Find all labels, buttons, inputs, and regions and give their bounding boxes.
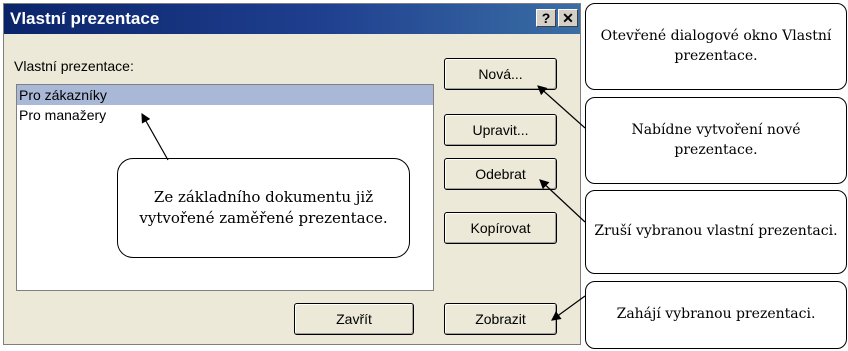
show-button[interactable]: Zobrazit	[444, 303, 557, 335]
callout-remove: Zruší vybranou vlastní prezentaci.	[585, 190, 847, 274]
callout-new: Nabídne vytvoření nové prezentace.	[585, 97, 847, 184]
close-button[interactable]: Zavřít	[294, 303, 414, 335]
callout-dialog-open: Otevřené dialogové okno Vlastní prezenta…	[585, 3, 847, 90]
help-button[interactable]: ?	[536, 9, 556, 27]
callout-show: Zahájí vybranou prezentaci.	[585, 281, 847, 349]
list-item[interactable]: Pro manažery	[17, 105, 433, 125]
dialog-title: Vlastní prezentace	[10, 9, 160, 28]
new-button[interactable]: Nová...	[444, 58, 557, 90]
list-item[interactable]: Pro zákazníky	[17, 85, 433, 105]
custom-shows-label: Vlastní prezentace:	[14, 58, 134, 74]
callout-list: Ze základního dokumentu již vytvořené za…	[117, 158, 410, 258]
remove-button[interactable]: Odebrat	[444, 158, 557, 190]
copy-button[interactable]: Kopírovat	[444, 212, 557, 244]
title-bar[interactable]: Vlastní prezentace ? ✕	[4, 4, 580, 34]
edit-button[interactable]: Upravit...	[444, 114, 557, 146]
close-icon[interactable]: ✕	[558, 9, 578, 27]
